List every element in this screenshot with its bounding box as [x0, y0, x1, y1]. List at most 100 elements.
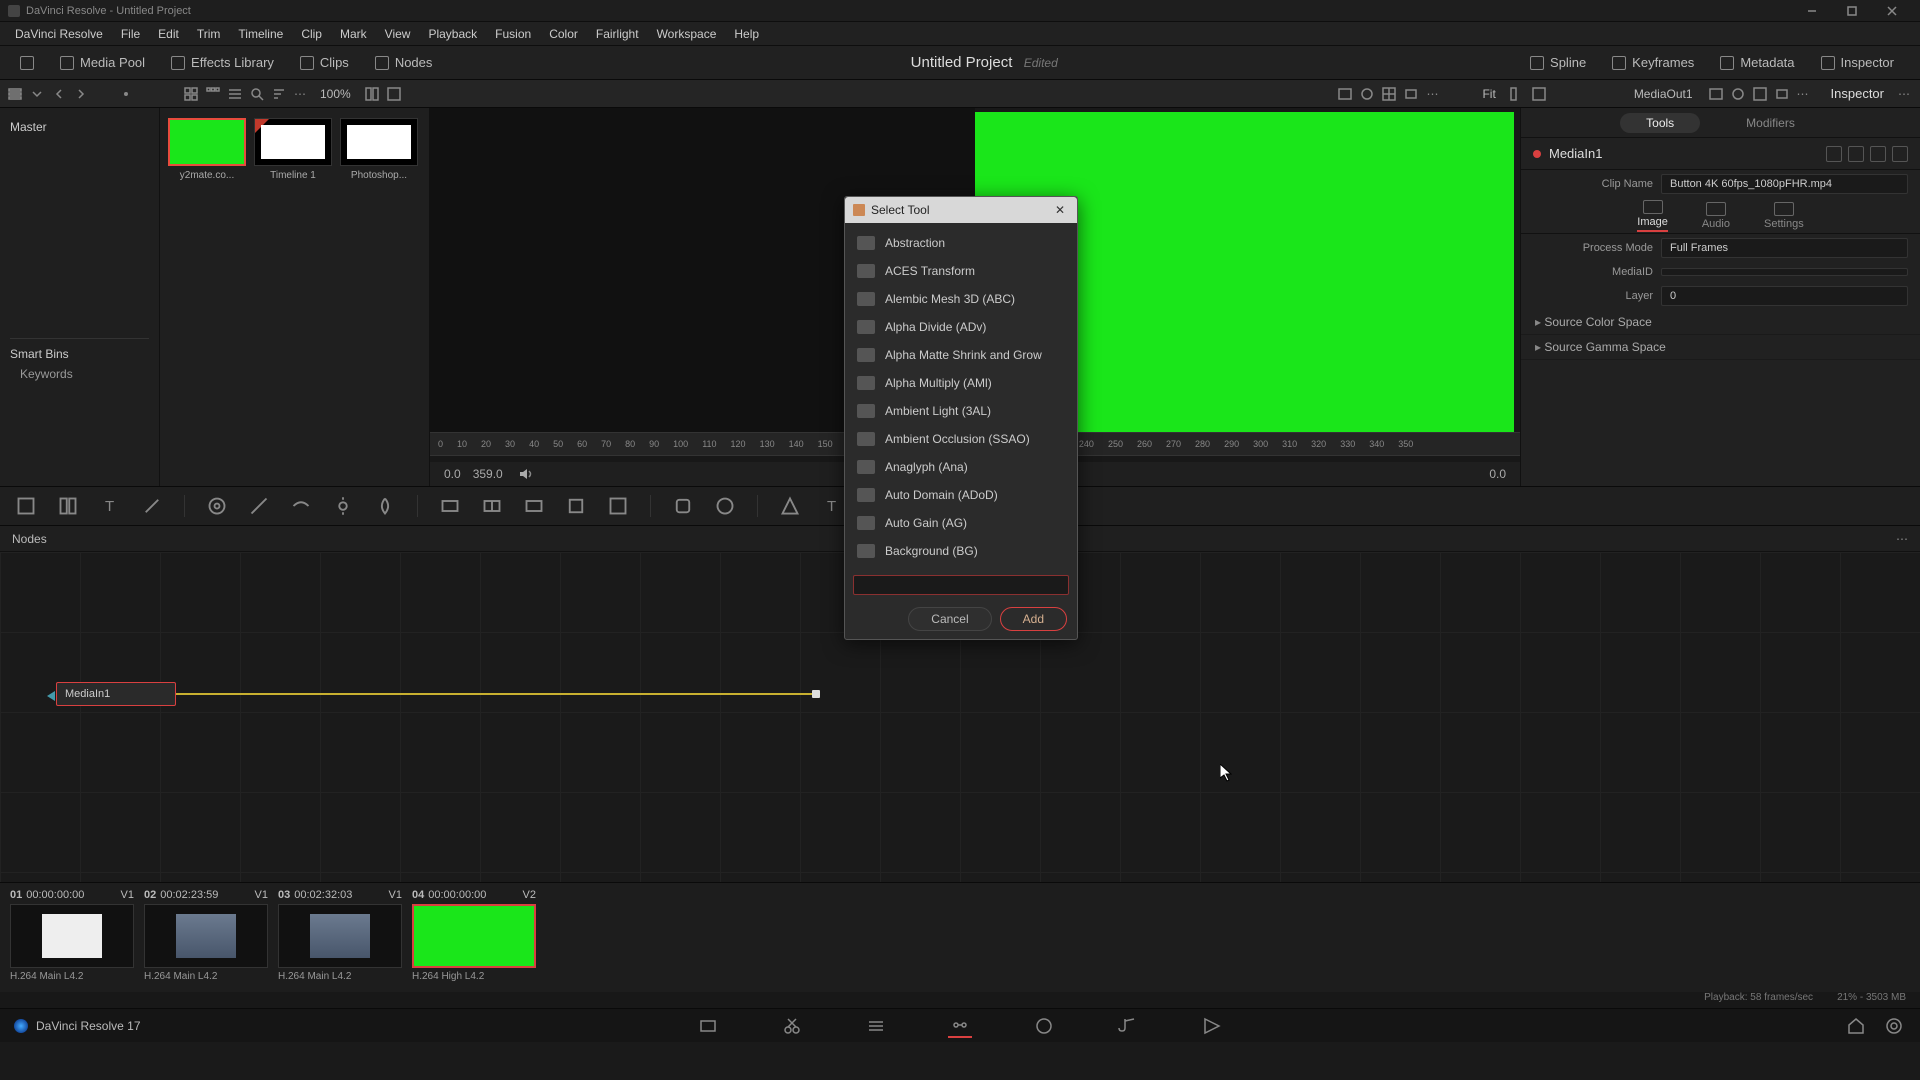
nodes-options-icon[interactable]: ⋯: [1896, 532, 1908, 546]
close-button[interactable]: [1872, 0, 1912, 22]
exp-source-color[interactable]: Source Color Space: [1521, 310, 1920, 335]
tool-list-item[interactable]: Alembic Mesh 3D (ABC): [845, 285, 1077, 313]
shelf-tool[interactable]: [608, 496, 628, 516]
shelf-tool[interactable]: [780, 496, 800, 516]
grid-small-icon[interactable]: [206, 87, 220, 101]
text3d-icon[interactable]: T: [822, 496, 842, 516]
menu-playback[interactable]: Playback: [419, 27, 486, 41]
metadata-toggle[interactable]: Metadata: [1710, 51, 1804, 74]
dialog-close-button[interactable]: ✕: [1051, 201, 1069, 219]
tool-list-item[interactable]: Ambient Occlusion (SSAO): [845, 425, 1077, 453]
viewer-fit-icon[interactable]: [1338, 87, 1352, 101]
clip-thumb[interactable]: 0100:00:00:00V1H.264 Main L4.2: [10, 889, 134, 986]
page-deliver[interactable]: [1200, 1014, 1224, 1038]
dialog-search-input[interactable]: [853, 575, 1069, 595]
shelf-tool[interactable]: [673, 496, 693, 516]
menu-clip[interactable]: Clip: [292, 27, 331, 41]
tool-list-item[interactable]: Background (BG): [845, 537, 1077, 565]
paint-tool-icon[interactable]: [142, 496, 162, 516]
node-mediain1[interactable]: MediaIn1: [56, 682, 176, 706]
fit-label[interactable]: Fit: [1476, 87, 1501, 101]
subtab-audio[interactable]: Audio: [1702, 202, 1730, 230]
speaker-icon[interactable]: [519, 467, 533, 481]
node-wire[interactable]: [176, 693, 816, 695]
page-fusion[interactable]: [948, 1014, 972, 1038]
grid-large-icon[interactable]: [184, 87, 198, 101]
list-icon[interactable]: [8, 87, 22, 101]
viewer2-frame-icon[interactable]: [1775, 87, 1789, 101]
shelf-tool[interactable]: [249, 496, 269, 516]
menu-help[interactable]: Help: [725, 27, 768, 41]
home-button[interactable]: [1844, 1014, 1868, 1038]
tool-list-item[interactable]: Anaglyph (Ana): [845, 453, 1077, 481]
tool-list-item[interactable]: Abstraction: [845, 229, 1077, 257]
page-media[interactable]: [696, 1014, 720, 1038]
menu-app[interactable]: DaVinci Resolve: [6, 27, 112, 41]
shelf-tool[interactable]: [291, 496, 311, 516]
reset-button[interactable]: [1892, 146, 1908, 162]
shelf-tool[interactable]: [440, 496, 460, 516]
tool-list-item[interactable]: Auto Gain (AG): [845, 509, 1077, 537]
viewer2-a-icon[interactable]: [1510, 87, 1524, 101]
dialog-titlebar[interactable]: Select Tool ✕: [845, 197, 1077, 223]
expand-button[interactable]: [10, 52, 44, 74]
nav-prev-icon[interactable]: [52, 87, 66, 101]
blur-icon[interactable]: [375, 496, 395, 516]
page-cut[interactable]: [780, 1014, 804, 1038]
subtab-image[interactable]: Image: [1637, 200, 1668, 232]
menu-view[interactable]: View: [376, 27, 420, 41]
settings-button[interactable]: [1882, 1014, 1906, 1038]
tool-list-item[interactable]: ACES Transform: [845, 257, 1077, 285]
shelf-tool[interactable]: [16, 496, 36, 516]
zoom-value[interactable]: 100%: [314, 87, 357, 101]
tool-list-item[interactable]: Alpha Multiply (AMl): [845, 369, 1077, 397]
shelf-tool[interactable]: [58, 496, 78, 516]
clip-thumb[interactable]: 0300:02:32:03V1H.264 Main L4.2: [278, 889, 402, 986]
light-icon[interactable]: [333, 496, 353, 516]
inspector-toggle[interactable]: Inspector: [1811, 51, 1904, 74]
text-tool-icon[interactable]: T: [100, 496, 120, 516]
media-id-field[interactable]: [1661, 268, 1908, 276]
lock-button[interactable]: [1870, 146, 1886, 162]
media-pool-toggle[interactable]: Media Pool: [50, 51, 155, 74]
maximize-button[interactable]: [1832, 0, 1872, 22]
exp-source-gamma[interactable]: Source Gamma Space: [1521, 335, 1920, 360]
viewer2-tool-icon[interactable]: [1731, 87, 1745, 101]
viewer-frame-icon[interactable]: [1404, 87, 1418, 101]
clips-toggle[interactable]: Clips: [290, 51, 359, 74]
page-edit[interactable]: [864, 1014, 888, 1038]
menu-file[interactable]: File: [112, 27, 149, 41]
menu-workspace[interactable]: Workspace: [648, 27, 726, 41]
menu-fairlight[interactable]: Fairlight: [587, 27, 648, 41]
viewer2-fit-icon[interactable]: [1709, 87, 1723, 101]
subtab-settings[interactable]: Settings: [1764, 202, 1804, 230]
media-thumb[interactable]: Timeline 1: [254, 118, 332, 181]
viewer-grid-icon[interactable]: [1382, 87, 1396, 101]
menu-fusion[interactable]: Fusion: [486, 27, 540, 41]
page-color[interactable]: [1032, 1014, 1056, 1038]
layout-b-icon[interactable]: [387, 87, 401, 101]
nodes-toggle[interactable]: Nodes: [365, 51, 443, 74]
shelf-tool[interactable]: [524, 496, 544, 516]
menu-trim[interactable]: Trim: [188, 27, 230, 41]
inspector-tab-modifiers[interactable]: Modifiers: [1720, 113, 1821, 133]
viewer2-b-icon[interactable]: [1532, 87, 1546, 101]
shelf-tool[interactable]: [566, 496, 586, 516]
media-thumb[interactable]: Photoshop...: [340, 118, 418, 181]
versions-button[interactable]: [1826, 146, 1842, 162]
effects-library-toggle[interactable]: Effects Library: [161, 51, 284, 74]
clip-thumb[interactable]: 0400:00:00:00V2H.264 High L4.2: [412, 889, 536, 986]
tool-list-item[interactable]: Auto Domain (ADoD): [845, 481, 1077, 509]
nav-next-icon[interactable]: [74, 87, 88, 101]
search-icon[interactable]: [250, 87, 264, 101]
tool-list-item[interactable]: Alpha Matte Shrink and Grow: [845, 341, 1077, 369]
tool-list-item[interactable]: Alpha Divide (ADv): [845, 313, 1077, 341]
menu-mark[interactable]: Mark: [331, 27, 376, 41]
sort-icon[interactable]: [272, 87, 286, 101]
shelf-tool[interactable]: [715, 496, 735, 516]
clip-thumb[interactable]: 0200:02:23:59V1H.264 Main L4.2: [144, 889, 268, 986]
dialog-cancel-button[interactable]: Cancel: [908, 607, 991, 631]
media-thumb[interactable]: y2mate.co...: [168, 118, 246, 181]
layer-select[interactable]: 0: [1661, 286, 1908, 306]
menu-edit[interactable]: Edit: [149, 27, 188, 41]
